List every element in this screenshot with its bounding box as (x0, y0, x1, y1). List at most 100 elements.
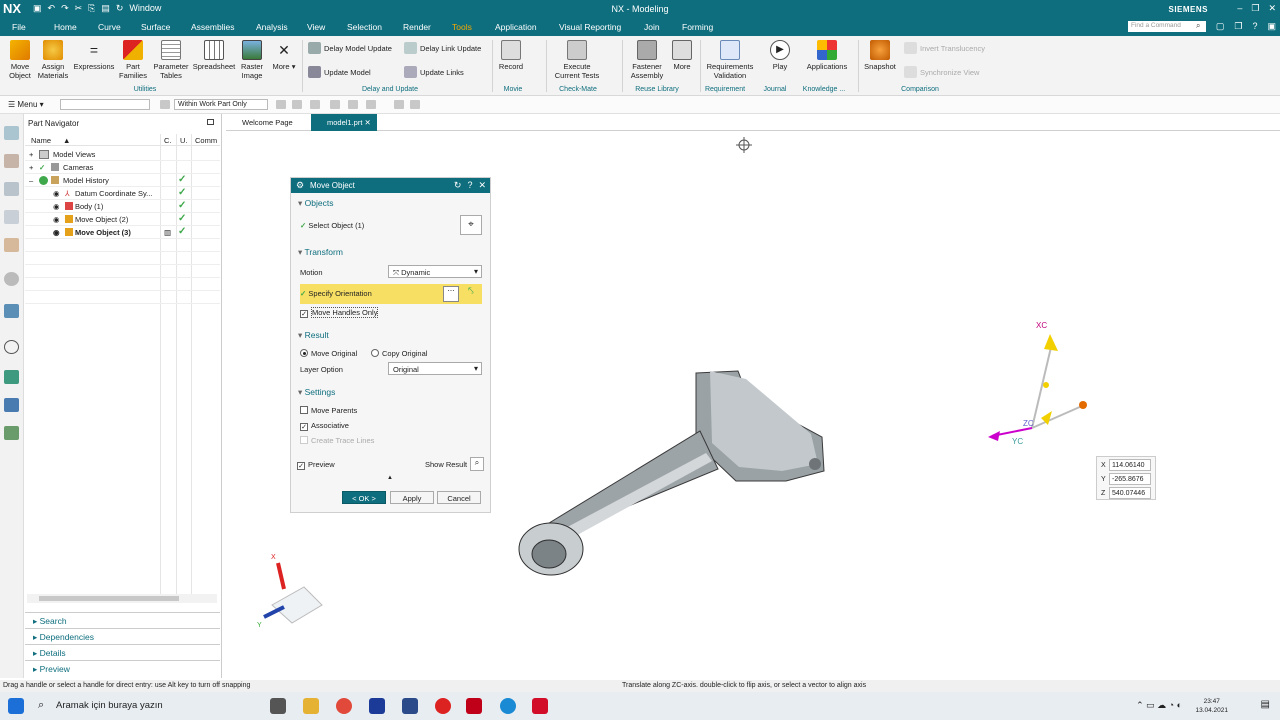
select-object-row[interactable]: ✓ Select Object (1) (300, 221, 364, 230)
checkbox-checked[interactable]: ✓ (300, 423, 308, 431)
tab-selection[interactable]: Selection (347, 22, 382, 32)
roles-icon[interactable] (4, 426, 19, 440)
snap-tool-icon[interactable] (348, 100, 358, 109)
magnifier-icon[interactable]: ⌕ (470, 457, 484, 471)
more-library-button[interactable]: More (668, 40, 696, 71)
tree-row-move-object-3[interactable]: ◉ Move Object (3) ▥ ✓ (25, 226, 220, 239)
menu-button[interactable]: ☰ Menu ▾ (8, 100, 44, 109)
preview-checkbox[interactable]: ✓ Preview (297, 460, 335, 470)
settings-icon[interactable]: ▣ (1267, 21, 1276, 32)
requirements-validation-button[interactable]: Requirements Validation (704, 40, 756, 80)
selection-tool-icon[interactable] (276, 100, 286, 109)
help-icon[interactable]: ? (1252, 21, 1257, 32)
assembly-navigator-icon[interactable] (4, 154, 19, 168)
section-transform-header[interactable]: Transform (298, 247, 342, 258)
layer-option-select[interactable]: Original (388, 362, 482, 375)
file-explorer-icon[interactable] (303, 698, 319, 714)
checkbox-checked[interactable]: ✓ (297, 462, 305, 470)
radio-unselected[interactable] (371, 349, 379, 357)
x-coordinate-field[interactable]: 114.06140 (1109, 459, 1151, 471)
calculator-icon[interactable] (402, 698, 418, 714)
tab-surface[interactable]: Surface (141, 22, 170, 32)
visibility-icon[interactable]: ◉ (53, 215, 60, 224)
section-objects-header[interactable]: Objects (298, 198, 334, 209)
raster-image-button[interactable]: Raster Image (238, 40, 266, 80)
tray-icons[interactable]: ⌃ ▭ ☁ ◔ ◐ (1136, 700, 1182, 711)
checkbox-disabled[interactable] (300, 436, 308, 444)
apply-button[interactable]: Apply (390, 491, 434, 504)
system-clock[interactable]: 23:47 13.04.2021 (1195, 697, 1228, 715)
specify-orientation-label-row[interactable]: ✓ Specify Orientation (300, 289, 372, 298)
z-coordinate-field[interactable]: 540.07446 (1109, 487, 1151, 499)
task-view-icon[interactable] (270, 698, 286, 714)
snap-tool-icon[interactable] (366, 100, 376, 109)
synchronize-view-button[interactable]: Synchronize View (904, 66, 979, 78)
close-icon[interactable]: ✕ (1268, 3, 1276, 14)
tree-row-datum[interactable]: ◉ ⅄ Datum Coordinate Sy... ✓ (25, 187, 220, 200)
ok-button[interactable]: < OK > (342, 491, 386, 504)
layout-icon[interactable]: ▢ (1216, 21, 1225, 32)
help-icon[interactable]: ? (467, 180, 472, 191)
move-object-button[interactable]: Move Object (4, 40, 36, 80)
windows-start-icon[interactable] (8, 698, 24, 714)
command-search-input[interactable]: Find a Command (1128, 21, 1206, 32)
motion-select[interactable]: ⤧ Dynamic (388, 265, 482, 278)
chrome-icon[interactable] (336, 698, 352, 714)
point-dialog-icon[interactable]: ⋯ (443, 286, 459, 302)
part-navigator-tab-icon[interactable] (4, 126, 19, 140)
assign-materials-button[interactable]: Assign Materials (36, 40, 70, 80)
copy-original-radio[interactable]: Copy Original (371, 349, 427, 358)
expand-icon[interactable]: + (29, 163, 33, 172)
clock-icon[interactable] (4, 340, 19, 354)
reuse-library-icon[interactable] (4, 210, 19, 224)
reset-icon[interactable]: ↻ (454, 180, 462, 191)
search-icon[interactable]: ⌕ (1196, 21, 1200, 31)
spreadsheet-button[interactable]: Spreadsheet (192, 40, 236, 71)
dynamic-handle[interactable]: XC YC ZC (988, 321, 1087, 446)
fastener-assembly-button[interactable]: Fastener Assembly (626, 40, 668, 80)
close-icon[interactable]: ✕ (478, 180, 486, 191)
invert-translucency-button[interactable]: Invert Translucency (904, 42, 985, 54)
collapse-icon[interactable]: – (29, 176, 33, 185)
tab-assemblies[interactable]: Assemblies (191, 22, 234, 32)
tab-visual-reporting[interactable]: Visual Reporting (559, 22, 621, 32)
parameter-tables-button[interactable]: Parameter Tables (152, 40, 190, 80)
restore-ribbon-icon[interactable]: ❐ (1234, 21, 1242, 32)
taskbar-search[interactable]: ⌕ Aramak için buraya yazın (32, 696, 258, 716)
web-browser-icon[interactable] (4, 272, 19, 286)
column-current[interactable]: C. (164, 136, 172, 145)
delay-model-update-button[interactable]: Delay Model Update (308, 42, 392, 54)
selection-tool-icon[interactable] (292, 100, 302, 109)
move-original-radio[interactable]: Move Original (300, 349, 357, 358)
hd3d-tools-icon[interactable] (4, 238, 19, 252)
tree-row-model-history[interactable]: – Model History ✓ (25, 174, 220, 187)
view-orient-icon[interactable] (736, 137, 752, 153)
restore-icon[interactable]: ❐ (1251, 3, 1259, 14)
update-model-button[interactable]: Update Model (308, 66, 371, 78)
record-button[interactable]: Record (496, 40, 526, 71)
snap-tool-icon[interactable] (394, 100, 404, 109)
horizontal-scrollbar[interactable] (27, 594, 217, 603)
update-links-button[interactable]: Update Links (404, 66, 464, 78)
column-uptodate[interactable]: U. (180, 136, 188, 145)
close-tab-icon[interactable]: ✕ (365, 118, 371, 127)
filter-icon[interactable] (160, 100, 170, 109)
tab-model1[interactable]: model1.prt ✕ (311, 114, 377, 131)
nx-app-icon[interactable] (466, 698, 482, 714)
move-handles-only-checkbox[interactable]: ✓ Move Handles Only (300, 307, 379, 318)
move-parents-checkbox[interactable]: Move Parents (300, 406, 357, 415)
notifications-icon[interactable]: ▤ (1261, 699, 1270, 710)
csys-icon[interactable]: ⤣ (462, 286, 480, 302)
tab-tools[interactable]: Tools (452, 22, 472, 32)
dialog-titlebar[interactable]: ⚙ Move Object ↻? ✕ (291, 178, 490, 193)
visibility-icon[interactable]: ◉ (53, 228, 60, 237)
section-result-header[interactable]: Result (298, 330, 329, 341)
panel-dependencies[interactable]: ▸ Dependencies (25, 628, 220, 644)
crosshair-select-icon[interactable]: ⌖ (460, 215, 482, 235)
visibility-icon[interactable]: ◉ (53, 189, 60, 198)
opera-icon[interactable] (435, 698, 451, 714)
y-coordinate-field[interactable]: -265.8676 (1109, 473, 1151, 485)
manufacturing-wizard-icon[interactable] (4, 398, 19, 412)
connecting-rod-model[interactable] (518, 370, 825, 576)
panel-details[interactable]: ▸ Details (25, 644, 220, 660)
